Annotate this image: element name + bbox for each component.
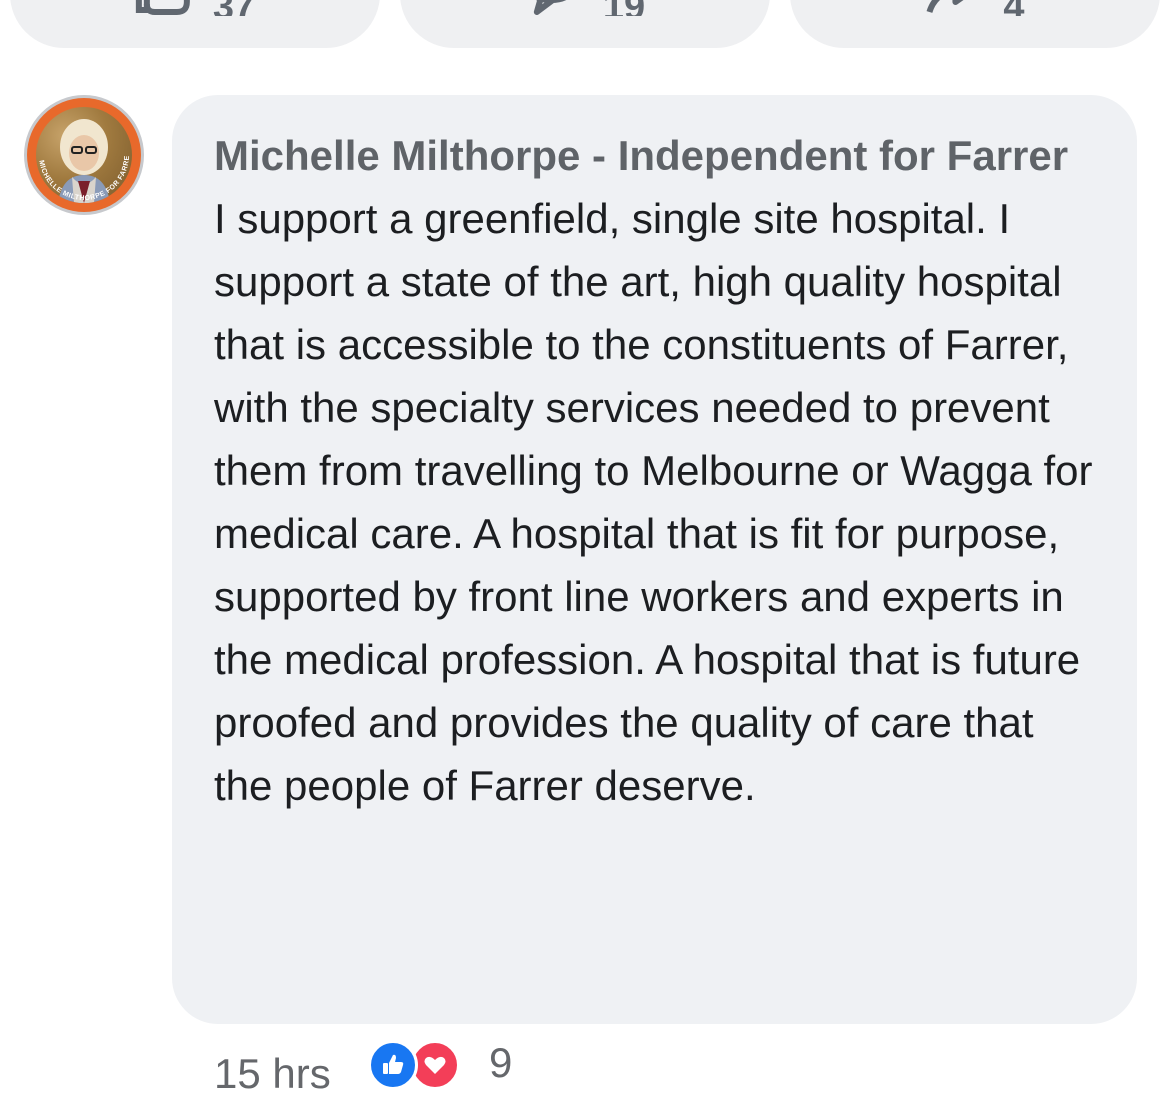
like-icon (368, 1040, 418, 1090)
avatar-badge-ring: MICHELLE MILTHORPE FOR FARRER (27, 98, 141, 212)
avatar[interactable]: MICHELLE MILTHORPE FOR FARRER (24, 95, 144, 215)
comment-body: I support a greenfield, single site hosp… (214, 195, 1093, 809)
like-count: 37 (213, 0, 255, 16)
comment-bubble: Michelle Milthorpe - Independent for Far… (172, 95, 1137, 1024)
svg-text:MICHELLE MILTHORPE FOR FARRER: MICHELLE MILTHORPE FOR FARRER (27, 98, 131, 202)
share-button[interactable]: 4 (790, 0, 1160, 48)
share-arrow-icon (925, 0, 981, 16)
comment-author-name[interactable]: Michelle Milthorpe - Independent for Far… (214, 125, 1097, 187)
like-button[interactable]: 37 (10, 0, 380, 48)
reaction-count[interactable]: 9 (489, 1038, 512, 1088)
avatar-badge-lettering: MICHELLE MILTHORPE FOR FARRER (27, 98, 131, 202)
comment-count: 19 (603, 0, 645, 16)
comment-view: 37 19 4 (0, 0, 1170, 1119)
share-count: 4 (1003, 0, 1024, 16)
thumbs-up-icon (135, 0, 191, 16)
reaction-summary[interactable] (368, 1040, 468, 1092)
comment-timestamp[interactable]: 15 hrs (214, 1046, 331, 1102)
comment-bubble-icon (525, 0, 581, 16)
comment-button[interactable]: 19 (400, 0, 770, 48)
